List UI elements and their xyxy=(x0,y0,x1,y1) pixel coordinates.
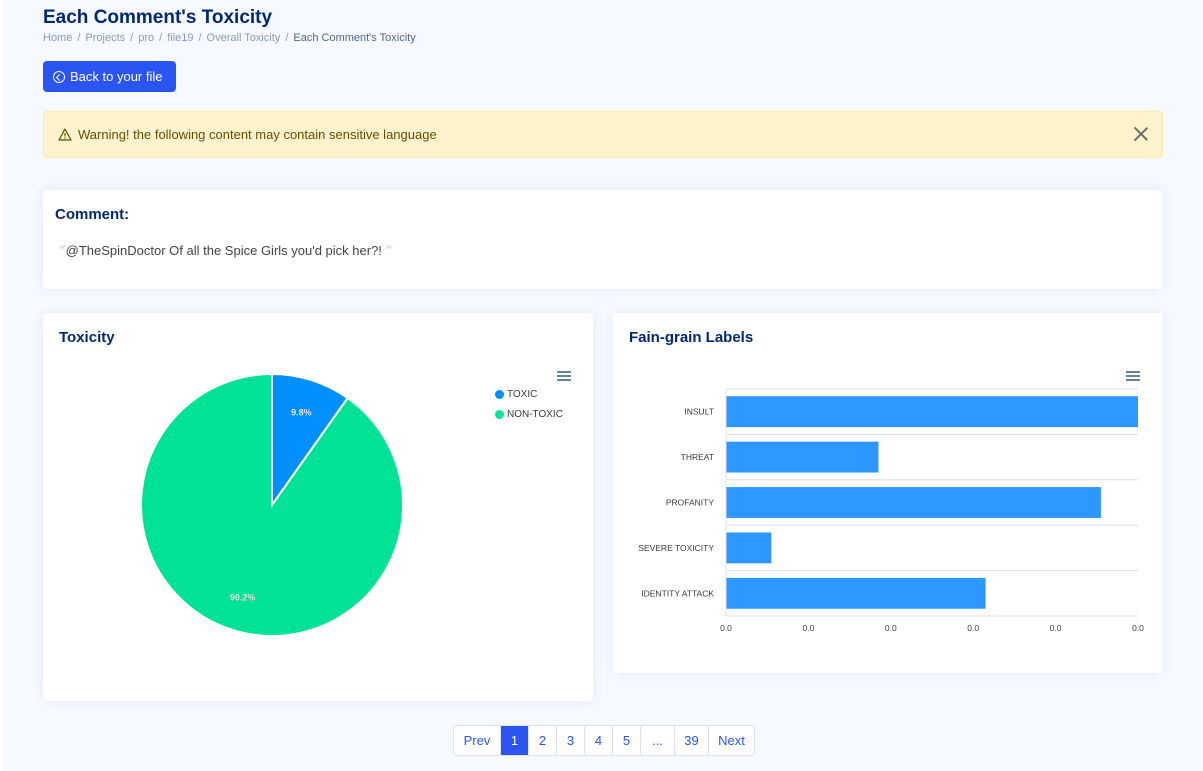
category-label: THREAT xyxy=(681,452,714,462)
breadcrumb-separator: / xyxy=(198,32,202,44)
breadcrumb-projects[interactable]: Projects xyxy=(85,32,125,44)
warning-alert: Warning! the following content may conta… xyxy=(43,111,1163,158)
back-to-file-button[interactable]: Back to your file xyxy=(43,61,176,92)
legend-marker xyxy=(495,390,504,399)
breadcrumb: Home / Projects / pro / file19 / Overall… xyxy=(43,32,416,44)
legend-item-toxic[interactable]: TOXIC xyxy=(495,389,563,400)
close-icon[interactable] xyxy=(1132,125,1150,143)
close-quote-icon: ” xyxy=(385,244,393,259)
bar-threat[interactable] xyxy=(726,441,879,473)
page-button-2[interactable]: 2 xyxy=(528,726,556,755)
legend-label: TOXIC xyxy=(507,389,538,400)
category-label: IDENTITY ATTACK xyxy=(641,588,714,598)
pie-slice-non-toxic[interactable] xyxy=(140,372,404,637)
bar-severe-toxicity[interactable] xyxy=(726,532,772,564)
arrow-left-circle-icon xyxy=(53,70,65,83)
x-tick-label: 0.0 xyxy=(802,623,814,633)
bar-insult[interactable] xyxy=(726,396,1138,428)
breadcrumb-file[interactable]: file19 xyxy=(167,32,193,44)
breadcrumb-current: Each Comment's Toxicity xyxy=(293,32,416,44)
exclamation-triangle-icon xyxy=(58,128,72,141)
comment-body: “@TheSpinDoctor Of all the Spice Girls y… xyxy=(59,243,392,259)
back-button-label: Back to your file xyxy=(70,69,163,84)
bar-profanity[interactable] xyxy=(726,487,1101,518)
toxicity-pie-chart: 9.8% 90.2% xyxy=(140,372,404,637)
breadcrumb-separator: / xyxy=(77,32,81,44)
left-edge xyxy=(0,0,3,771)
x-tick-label: 0.0 xyxy=(885,623,897,633)
legend-label: NON-TOXIC xyxy=(507,409,563,420)
category-label: INSULT xyxy=(684,407,714,417)
page-button-5[interactable]: 5 xyxy=(612,726,640,755)
page-title: Each Comment's Toxicity xyxy=(43,7,273,28)
breadcrumb-home[interactable]: Home xyxy=(43,32,72,44)
toxicity-card: Toxicity 9.8% 90.2% TOXIC NON-TOXIC xyxy=(43,313,593,701)
x-tick-label: 0.0 xyxy=(967,623,979,633)
breadcrumb-separator: / xyxy=(159,32,163,44)
breadcrumb-separator: / xyxy=(285,32,289,44)
fine-grain-card: Fain-grain Labels INSULT THREAT PROFANITY S… xyxy=(613,313,1163,673)
prev-page-button[interactable]: Prev xyxy=(454,726,500,755)
x-tick-label: 0.0 xyxy=(1050,623,1062,633)
x-tick-label: 0.0 xyxy=(1132,623,1144,633)
comment-text: @TheSpinDoctor Of all the Spice Girls yo… xyxy=(65,243,382,258)
breadcrumb-overall-toxicity[interactable]: Overall Toxicity xyxy=(207,32,281,44)
comment-card-title: Comment: xyxy=(55,206,130,223)
breadcrumb-separator: / xyxy=(130,32,134,44)
legend-item-non-toxic[interactable]: NON-TOXIC xyxy=(495,409,563,420)
fine-grain-bar-chart: INSULT THREAT PROFANITY SEVERE TOXICITY IDEN… xyxy=(638,388,1144,633)
page-ellipsis: ... xyxy=(640,726,674,755)
open-quote-icon: “ xyxy=(59,244,66,259)
page-button-1[interactable]: 1 xyxy=(500,726,528,755)
page-button-4[interactable]: 4 xyxy=(584,726,612,755)
alert-text: Warning! the following content may conta… xyxy=(78,127,437,142)
page-button-39[interactable]: 39 xyxy=(674,726,708,755)
breadcrumb-project[interactable]: pro xyxy=(138,32,154,44)
legend-marker xyxy=(495,410,504,419)
x-tick-label: 0.0 xyxy=(720,623,732,633)
comment-card: Comment: “@TheSpinDoctor Of all the Spic… xyxy=(43,190,1163,289)
pie-data-label: 90.2% xyxy=(230,592,256,602)
pagination: Prev 1 2 3 4 5 ... 39 Next xyxy=(453,725,755,756)
next-page-button[interactable]: Next xyxy=(708,726,754,755)
page-button-3[interactable]: 3 xyxy=(556,726,584,755)
category-label: PROFANITY xyxy=(666,498,715,508)
pie-data-label: 9.8% xyxy=(291,408,312,418)
bar-identity-attack[interactable] xyxy=(726,577,986,609)
pie-legend: TOXIC NON-TOXIC xyxy=(495,389,563,429)
category-label: SEVERE TOXICITY xyxy=(638,543,714,553)
